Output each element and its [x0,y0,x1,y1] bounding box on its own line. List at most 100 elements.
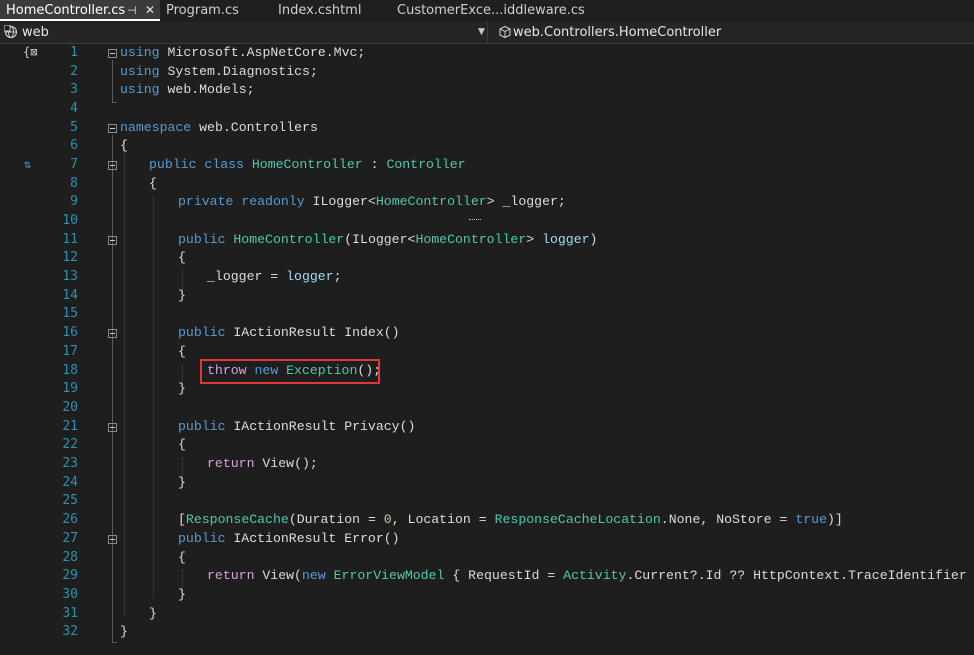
collapse-icon[interactable] [108,124,117,133]
code-text: System.Diagnostics; [159,64,318,79]
keyword: using [120,64,160,79]
navigate-base-icon[interactable]: ⇅ [24,157,31,171]
keyword: public [178,531,226,546]
collapse-icon[interactable] [108,329,117,338]
line-number: 20 [62,400,78,415]
code-line-14: } [178,287,186,305]
code-text: )] [827,512,843,527]
code-line-21: public IActionResult Privacy() [178,418,415,436]
line-number: 23 [62,456,78,471]
collapse-icon[interactable] [108,535,117,544]
code-text: View [254,456,295,471]
collapse-icon[interactable] [108,423,117,432]
code-text: _logger = [207,269,287,284]
code-line-24: } [178,474,186,492]
fold-guide [112,60,113,102]
line-number: 26 [62,512,78,527]
class-name: web.Controllers.HomeController [513,25,722,40]
code-line-6: { [120,137,128,155]
visual-studio-editor: HomeController.cs ⊣ ✕ Program.cs Index.c… [0,0,974,655]
type-name: ResponseCacheLocation [494,512,661,527]
code-line-9: private readonly ILogger<HomeController>… [178,193,566,211]
line-number: 17 [62,344,78,359]
pin-icon[interactable]: ⊣ [127,0,137,19]
type-name: HomeController [415,232,527,247]
navigation-bar: web ▼ web.Controllers.HomeController [0,22,974,44]
control-keyword: return [207,456,255,471]
code-text: { [178,250,186,265]
line-number: 24 [62,475,78,490]
code-text: { [178,550,186,565]
line-number: 9 [70,194,78,209]
line-number: 5 [70,120,78,135]
parameter: logger [542,232,590,247]
code-text: } [178,381,186,396]
close-icon[interactable]: ✕ [145,0,155,19]
code-text: Microsoft.AspNetCore.Mvc; [159,45,366,60]
code-text: web.Models; [159,82,255,97]
keyword: class [196,157,244,172]
line-number: 29 [62,568,78,583]
type-name: HomeController [225,232,345,247]
code-lens-icon[interactable]: {⊠ [23,45,37,59]
project-dropdown[interactable]: web ▼ [0,22,488,43]
code-text: ) [589,232,598,247]
fold-guide [112,135,113,643]
collapse-icon[interactable] [108,236,117,245]
line-number: 2 [70,64,78,79]
code-text: IActionResult Index() [225,325,400,340]
code-text: (); [294,456,318,471]
code-text: .None, NoStore = [660,512,796,527]
type-name: Controller [386,157,466,172]
line-number: 27 [62,531,78,546]
tab-homecontroller[interactable]: HomeController.cs ⊣ ✕ [0,0,160,21]
line-number: 6 [70,138,78,153]
line-number: 10 [62,213,78,228]
code-text: View( [254,568,302,583]
code-text: } [178,587,186,602]
line-number: 31 [62,606,78,621]
code-line-27: public IActionResult Error() [178,530,400,548]
collapse-icon[interactable] [108,161,117,170]
code-text: [ [178,512,186,527]
code-line-1: using Microsoft.AspNetCore.Mvc; [120,44,365,62]
code-line-3: using web.Models; [120,81,255,99]
keyword: true [795,512,827,527]
tab-label: Index.cshtml [278,3,362,18]
code-line-7: public class HomeController : Controller [149,156,466,174]
class-dropdown[interactable]: web.Controllers.HomeController [488,22,974,43]
tab-label: HomeController.cs [6,3,126,18]
type-name: Activity [563,568,627,583]
code-text: } [149,606,157,621]
project-name: web [22,25,49,40]
keyword: new [301,568,326,583]
code-text: > _logger; [486,194,566,209]
code-line-16: public IActionResult Index() [178,324,400,342]
tab-index-cshtml[interactable]: Index.cshtml [272,0,390,21]
code-text: { [178,344,186,359]
line-number: 32 [62,624,78,639]
code-line-13: _logger = logger; [207,268,342,286]
code-line-12: { [178,249,186,267]
code-text: , Location = [391,512,495,527]
code-text: (ILogger< [344,232,416,247]
line-number: 18 [62,363,78,378]
code-line-11: public HomeController(ILogger<HomeContro… [178,231,597,249]
code-editor[interactable]: {⊠ ⇅ 1 2 3 4 5 6 7 8 9 10 11 12 13 14 15 16 17 18 19 20 21 22… [0,44,974,655]
keyword: private [178,194,234,209]
collapse-icon[interactable] [108,49,117,58]
line-number: 15 [62,306,78,321]
code-text: (Duration = [288,512,384,527]
keyword: public [178,232,226,247]
chevron-down-icon[interactable]: ▼ [478,22,485,43]
code-text: .Current?.Id ?? HttpContext.TraceIdentif… [626,568,974,583]
code-text: IActionResult Error() [225,531,400,546]
parameter: logger [286,269,334,284]
type-name: ErrorViewModel [325,568,445,583]
line-number: 8 [70,176,78,191]
tab-customer-exception-middleware[interactable]: CustomerExce...iddleware.cs [391,0,599,21]
tab-program[interactable]: Program.cs [160,0,270,21]
code-text: IActionResult Privacy() [225,419,416,434]
keyword: using [120,82,160,97]
keyword: readonly [233,194,305,209]
